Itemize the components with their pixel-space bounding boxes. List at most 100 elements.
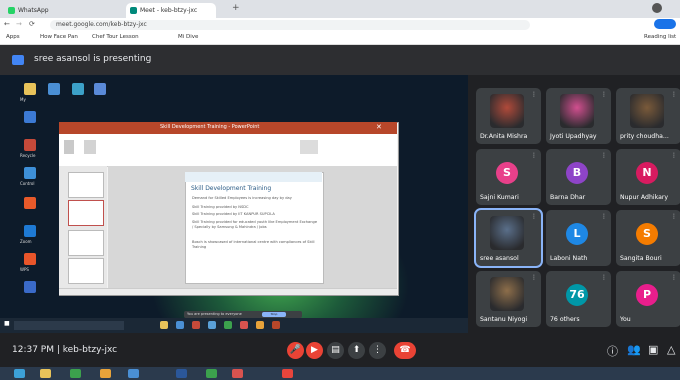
powerpoint-icon[interactable] (272, 321, 280, 329)
participant-name: Dr.Anita Mishra (480, 133, 528, 140)
stop-presenting-button[interactable]: Stop (262, 312, 286, 317)
app-icon[interactable] (206, 369, 217, 378)
tab-whatsapp[interactable]: WhatsApp (4, 3, 64, 18)
bookmark-item[interactable]: Mi Dive (178, 34, 198, 40)
taskbar-search[interactable] (14, 321, 124, 330)
camera-off-icon[interactable]: ▶ (306, 342, 323, 359)
tile-options-icon[interactable]: ⋮ (601, 213, 607, 220)
tile-options-icon[interactable]: ⋮ (601, 274, 607, 281)
explorer-icon[interactable] (40, 369, 51, 378)
app-icon[interactable] (24, 197, 36, 209)
more-options-icon[interactable]: ⋮ (369, 342, 386, 359)
meet-icon (130, 7, 137, 14)
back-icon[interactable]: ← (4, 20, 10, 28)
slide-bullet: Bosch is showcased of international cent… (192, 240, 315, 249)
participant-tile[interactable]: ⋮ S Sajni Kumari (476, 149, 541, 205)
app-icon[interactable] (128, 369, 139, 378)
explorer-icon[interactable] (160, 321, 168, 329)
app-icon[interactable] (48, 83, 60, 95)
participant-tile[interactable]: ⋮ Jyoti Upadhyay (546, 88, 611, 144)
tile-options-icon[interactable]: ⋮ (671, 91, 677, 98)
tile-options-icon[interactable]: ⋮ (531, 274, 537, 281)
meeting-info: 12:37 PM | keb-btzy-jxc (12, 345, 118, 355)
mic-off-icon[interactable]: 🎤 (287, 342, 304, 359)
app-icon[interactable] (192, 321, 200, 329)
participant-tile[interactable]: ⋮ L Laboni Nath (546, 210, 611, 266)
bookmark-item[interactable]: Chef Tour Lesson (92, 34, 139, 40)
tile-options-icon[interactable]: ⋮ (601, 152, 607, 159)
recycle-icon[interactable] (24, 139, 36, 151)
bookmark-apps[interactable]: Apps (6, 34, 20, 40)
slide-thumbnail[interactable] (68, 258, 104, 284)
control-panel-icon[interactable] (24, 167, 36, 179)
people-icon[interactable]: 👥 (627, 343, 641, 356)
tile-options-icon[interactable]: ⋮ (601, 91, 607, 98)
slide-thumbnail[interactable] (68, 230, 104, 256)
app-icon[interactable] (176, 321, 184, 329)
new-tab-button[interactable]: + (232, 4, 241, 13)
app-icon[interactable] (208, 321, 216, 329)
participant-tile[interactable]: ⋮ 76 76 others (546, 271, 611, 327)
app-icon[interactable] (240, 321, 248, 329)
avatar: N (636, 162, 658, 184)
slide-thumbnail-active[interactable] (68, 200, 104, 226)
windows-start-icon[interactable]: ■ (4, 320, 10, 327)
present-icon[interactable]: ⬆ (348, 342, 365, 359)
tab-label: WhatsApp (18, 7, 49, 14)
participant-tile[interactable]: ⋮ N Nupur Adhikary (616, 149, 680, 205)
new-slide-icon[interactable] (84, 140, 96, 154)
tile-options-icon[interactable]: ⋮ (531, 152, 537, 159)
participant-tile[interactable]: ⋮ Santanu Niyogi (476, 271, 541, 327)
desktop-label: Zoom (20, 239, 32, 244)
participant-video (630, 94, 664, 128)
activities-icon[interactable]: △ (667, 343, 675, 356)
account-button[interactable] (654, 19, 676, 29)
chrome-icon[interactable] (282, 369, 293, 378)
close-icon[interactable]: ✕ (376, 123, 382, 131)
reading-list[interactable]: Reading list (644, 34, 676, 40)
shapes-icon[interactable] (300, 140, 318, 154)
captions-icon[interactable]: ▤ (327, 342, 344, 359)
avatar: 76 (566, 284, 588, 306)
present-screen-icon (12, 55, 24, 65)
tile-options-icon[interactable]: ⋮ (671, 152, 677, 159)
whatsapp-icon (8, 7, 15, 14)
browser-tab-strip (0, 0, 680, 18)
bookmark-item[interactable]: How Face Pan (40, 34, 78, 40)
app-icon[interactable] (70, 369, 81, 378)
participant-tile[interactable]: ⋮ P You (616, 271, 680, 327)
paste-icon[interactable] (64, 140, 74, 154)
zoom-icon[interactable] (24, 225, 36, 237)
slide-thumbnail[interactable] (68, 172, 104, 198)
app-icon[interactable] (94, 83, 106, 95)
participant-tile[interactable]: ⋮ S Sangita Bouri (616, 210, 680, 266)
tile-options-icon[interactable]: ⋮ (531, 91, 537, 98)
app-icon[interactable] (224, 321, 232, 329)
url-field[interactable]: meet.google.com/keb-btzy-jxc (50, 20, 530, 30)
windows-start-icon[interactable] (14, 369, 25, 378)
participant-tile[interactable]: ⋮ sree asansol (474, 208, 543, 268)
app-icon[interactable] (100, 369, 111, 378)
chat-icon[interactable]: ▣ (648, 343, 658, 356)
app-icon[interactable] (72, 83, 84, 95)
app-icon[interactable] (232, 369, 243, 378)
tile-options-icon[interactable]: ⋮ (671, 213, 677, 220)
wps-icon[interactable] (24, 253, 36, 265)
word-icon[interactable] (176, 369, 187, 378)
app-icon[interactable] (24, 281, 36, 293)
tile-options-icon[interactable]: ⋮ (531, 213, 537, 220)
profile-icon[interactable] (652, 3, 662, 13)
tile-options-icon[interactable]: ⋮ (671, 274, 677, 281)
participant-tile[interactable]: ⋮ B Barna Dhar (546, 149, 611, 205)
participant-name: Jyoti Upadhyay (550, 133, 597, 140)
participant-tile[interactable]: ⋮ prity choudha... (616, 88, 680, 144)
hangup-button[interactable]: ☎ (394, 342, 416, 359)
participant-tile[interactable]: ⋮ Dr.Anita Mishra (476, 88, 541, 144)
info-icon[interactable]: ⓘ (607, 343, 618, 359)
folder-icon[interactable] (24, 83, 36, 95)
reload-icon[interactable]: ⟳ (29, 20, 35, 28)
forward-icon[interactable]: → (16, 20, 22, 28)
app-icon[interactable] (256, 321, 264, 329)
tab-meet[interactable]: Meet - keb-btzy-jxc (126, 3, 216, 18)
computer-icon[interactable] (24, 111, 36, 123)
